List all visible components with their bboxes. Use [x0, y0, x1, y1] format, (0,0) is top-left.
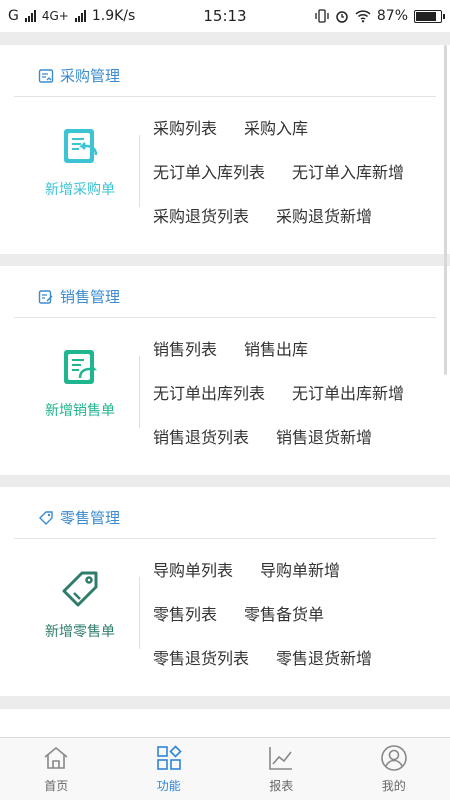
wifi-icon: [355, 10, 371, 23]
carrier-label: G: [8, 8, 19, 24]
tab-reports[interactable]: 报表: [225, 738, 338, 800]
section-title: 零售管理: [60, 509, 121, 527]
home-icon: [44, 746, 68, 769]
battery-icon: [414, 9, 445, 23]
alarm-icon: [336, 11, 348, 23]
battery-percent: 87%: [376, 8, 408, 24]
section-header: 销售管理: [14, 266, 436, 318]
tab-label: 报表: [269, 779, 294, 793]
new-purchase-order-button[interactable]: 新增采购单: [20, 125, 140, 215]
purchase-inbound-link[interactable]: 采购入库: [244, 115, 308, 139]
purchase-list-link[interactable]: 采购列表: [153, 115, 217, 139]
new-sales-order-button[interactable]: 新增销售单: [20, 346, 140, 436]
scrollbar[interactable]: [444, 45, 447, 375]
signal-icon: [24, 10, 36, 22]
purchase-links: 采购列表 采购入库 无订单入库列表 无订单入库新增 采购退货列表 采购退货新增: [153, 105, 443, 237]
tag-icon: [38, 510, 54, 526]
grid-icon: [156, 745, 182, 770]
purchase-section: 采购管理 新增采购单 采购列表 采购入库 无订单入库列表 无订单入库新增 采购退货列…: [0, 45, 450, 254]
retail-stock-order-link[interactable]: 零售备货单: [244, 601, 324, 625]
no-order-outbound-add-link[interactable]: 无订单出库新增: [292, 380, 404, 404]
sales-links: 销售列表 销售出库 无订单出库列表 无订单出库新增 销售退货列表 销售退货新增: [153, 326, 443, 458]
purchase-doc-icon: [38, 68, 54, 84]
sales-doc-icon: [38, 289, 54, 305]
net-speed: 1.9K/s: [91, 8, 136, 24]
divider: [139, 135, 140, 207]
section-header: 采购管理: [14, 45, 436, 97]
divider: [139, 356, 140, 428]
sales-return-list-link[interactable]: 销售退货列表: [153, 424, 249, 448]
section-title: 采购管理: [60, 67, 121, 85]
guide-order-add-link[interactable]: 导购单新增: [260, 557, 340, 581]
tab-mine[interactable]: 我的: [338, 738, 450, 800]
sales-return-add-link[interactable]: 销售退货新增: [276, 424, 372, 448]
network-type: 4G+: [41, 9, 69, 23]
vibrate-icon: [315, 9, 329, 23]
no-order-inbound-add-link[interactable]: 无订单入库新增: [292, 159, 404, 183]
signal-icon-2: [74, 10, 86, 22]
guide-order-list-link[interactable]: 导购单列表: [153, 557, 233, 581]
retail-section: 零售管理 新增零售单 导购单列表 导购单新增 零售列表 零售备货单 零售退货列表 零售…: [0, 487, 450, 696]
retail-links: 导购单列表 导购单新增 零售列表 零售备货单 零售退货列表 零售退货新增: [153, 547, 443, 679]
price-tag-icon: [62, 571, 98, 607]
no-order-inbound-list-link[interactable]: 无订单入库列表: [153, 159, 265, 183]
tab-home[interactable]: 首页: [0, 738, 113, 800]
tab-functions[interactable]: 功能: [113, 738, 226, 800]
purchase-return-icon: [64, 129, 98, 163]
clock: 15:13: [203, 7, 247, 25]
sales-list-link[interactable]: 销售列表: [153, 336, 217, 360]
divider: [139, 577, 140, 649]
new-retail-order-button[interactable]: 新增零售单: [20, 567, 140, 657]
tab-label: 功能: [156, 779, 181, 793]
bottom-tab-bar: 首页 功能 报表 我的: [0, 737, 450, 800]
section-title: 销售管理: [60, 288, 121, 306]
retail-list-link[interactable]: 零售列表: [153, 601, 217, 625]
retail-return-add-link[interactable]: 零售退货新增: [276, 645, 372, 669]
main-action-label: 新增采购单: [45, 182, 115, 198]
tab-label: 我的: [381, 779, 406, 793]
purchase-return-list-link[interactable]: 采购退货列表: [153, 203, 249, 227]
tab-label: 首页: [44, 779, 69, 793]
main-action-label: 新增销售单: [45, 403, 115, 419]
no-order-outbound-list-link[interactable]: 无订单出库列表: [153, 380, 265, 404]
status-bar: G 4G+ 1.9K/s 15:13 87%: [0, 0, 450, 32]
retail-return-list-link[interactable]: 零售退货列表: [153, 645, 249, 669]
purchase-return-add-link[interactable]: 采购退货新增: [276, 203, 372, 227]
section-header: 零售管理: [14, 487, 436, 539]
next-section-partial: [0, 709, 450, 737]
sales-forward-icon: [64, 350, 98, 384]
sales-outbound-link[interactable]: 销售出库: [244, 336, 308, 360]
chart-icon: [269, 747, 293, 770]
main-action-label: 新增零售单: [45, 624, 115, 640]
sales-section: 销售管理 新增销售单 销售列表 销售出库 无订单出库列表 无订单出库新增 销售退货列…: [0, 266, 450, 475]
user-icon: [380, 745, 407, 771]
